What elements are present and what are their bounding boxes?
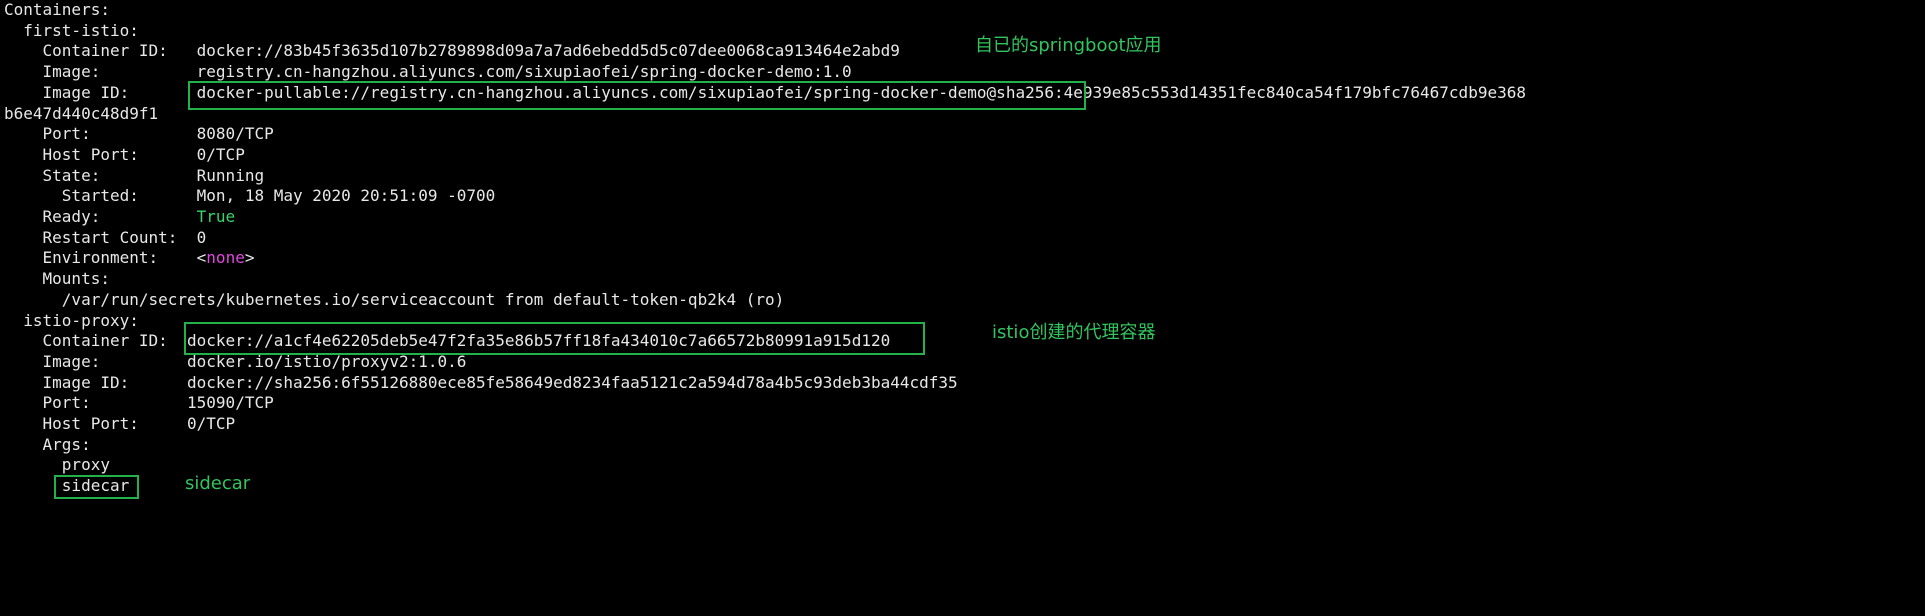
terminal-window[interactable]: Containers: first-istio: Container ID: d… bbox=[0, 0, 1568, 502]
terminal-line-image-2: Image: docker.io/istio/proxyv2:1.0.6 bbox=[4, 351, 467, 371]
terminal-line-arg-proxy: proxy bbox=[4, 455, 110, 475]
terminal-line-environment: Environment: <none> bbox=[4, 248, 255, 269]
terminal-line-containers: Containers: bbox=[4, 0, 110, 19]
springboot-annotation: 自已的springboot应用 bbox=[975, 35, 1162, 56]
terminal-line-image-id-1-wrap: b6e47d440c48d9f1 bbox=[4, 103, 159, 123]
terminal-line-restart-count: Restart Count: 0 bbox=[4, 227, 207, 247]
terminal-line-host-port-2: Host Port: 0/TCP bbox=[4, 414, 236, 433]
terminal-line-started: Started: Mon, 18 May 2020 20:51:09 -0700 bbox=[4, 186, 496, 206]
terminal-line-container-id-1: Container ID: docker://83b45f3635d107b27… bbox=[4, 41, 900, 61]
environment-label: Environment: bbox=[4, 248, 197, 268]
environment-close-bracket: > bbox=[244, 248, 255, 268]
ready-label: Ready: bbox=[4, 207, 197, 226]
terminal-line-port-1: Port: 8080/TCP bbox=[4, 124, 274, 144]
sidecar-highlight-box bbox=[54, 475, 139, 499]
terminal-line-mounts: Mounts: bbox=[4, 269, 110, 289]
container-id-highlight-box bbox=[184, 322, 925, 355]
terminal-line-host-port-1: Host Port: 0/TCP bbox=[4, 144, 245, 164]
istio-proxy-annotation: istio创建的代理容器 bbox=[992, 322, 1156, 343]
image-id-highlight-box bbox=[188, 81, 1086, 110]
environment-open-bracket: < bbox=[196, 248, 207, 268]
terminal-line-first-istio: first-istio: bbox=[4, 20, 139, 40]
environment-value: none bbox=[206, 248, 245, 268]
terminal-line-image-id-2: Image ID: docker://sha256:6f55126880ece8… bbox=[4, 372, 958, 392]
terminal-line-ready: Ready: True bbox=[4, 207, 236, 228]
terminal-line-args: Args: bbox=[4, 434, 91, 454]
terminal-line-port-2: Port: 15090/TCP bbox=[4, 393, 274, 413]
ready-value: True bbox=[196, 207, 236, 226]
terminal-line-mount-path: /var/run/secrets/kubernetes.io/serviceac… bbox=[4, 289, 785, 309]
terminal-line-state: State: Running bbox=[4, 165, 265, 185]
sidecar-annotation: sidecar bbox=[185, 473, 251, 494]
terminal-line-image-1: Image: registry.cn-hangzhou.aliyuncs.com… bbox=[4, 62, 852, 82]
terminal-line-istio-proxy: istio-proxy: bbox=[4, 310, 139, 330]
